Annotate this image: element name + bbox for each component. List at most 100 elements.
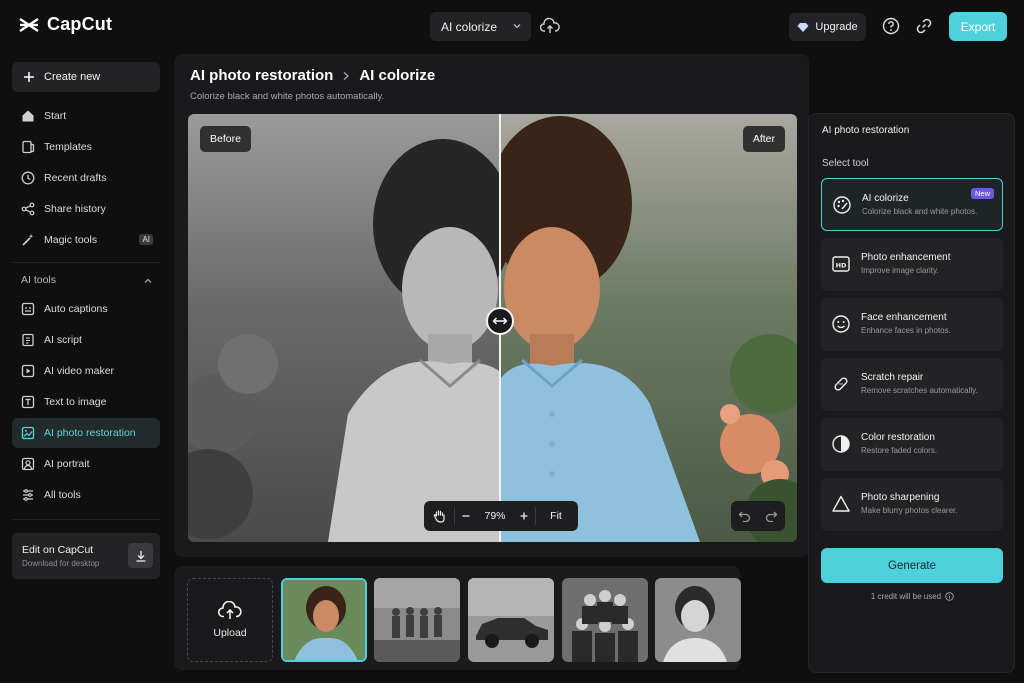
sidebar-item-ai-photo-restoration[interactable]: AI photo restoration (12, 418, 160, 448)
comparison-slider-handle[interactable] (486, 307, 514, 335)
tool-name: Photo sharpening (861, 492, 940, 503)
tool-select-dropdown[interactable]: AI colorize (430, 12, 531, 41)
sidebar-item-ai-video-maker[interactable]: AI video maker (12, 356, 160, 386)
hd-icon: HD (832, 256, 850, 272)
tool-card-color-restoration[interactable]: Color restoration Restore faded colors. (821, 418, 1003, 471)
svg-text:HD: HD (836, 262, 847, 270)
image-comparison-preview[interactable]: Before After 79% Fit (188, 114, 797, 542)
share-link-button[interactable] (915, 17, 933, 40)
zoom-in-button[interactable] (513, 511, 535, 521)
download-button[interactable] (128, 543, 153, 568)
after-label: After (742, 126, 785, 152)
captions-icon (21, 302, 35, 316)
thumbnail-image (562, 578, 648, 662)
capcut-logo[interactable]: CapCut (18, 14, 112, 35)
tool-name: Face enhancement (861, 312, 947, 323)
portrait-icon (21, 457, 35, 471)
hand-icon (433, 510, 445, 523)
after-portrait-illustration (373, 116, 797, 542)
breadcrumb-current: AI colorize (359, 67, 436, 84)
tool-card-photo-enhancement[interactable]: HD Photo enhancement Improve image clari… (821, 238, 1003, 291)
sidebar-item-label: Text to image (44, 396, 107, 408)
help-button[interactable] (882, 17, 900, 40)
hand-tool-button[interactable] (424, 509, 454, 523)
sidebar-item-label: Recent drafts (44, 172, 107, 184)
zoom-level: 79% (484, 510, 506, 522)
info-icon[interactable] (945, 592, 954, 601)
tool-card-photo-sharpening[interactable]: Photo sharpening Make blurry photos clea… (821, 478, 1003, 531)
breadcrumb-parent[interactable]: AI photo restoration (190, 67, 333, 84)
history-toolbar (731, 501, 785, 531)
bandage-icon (834, 377, 848, 391)
sidebar-item-ai-script[interactable]: AI script (12, 325, 160, 355)
thumbnail-child-portrait[interactable] (655, 578, 741, 662)
upgrade-button[interactable]: Upgrade (789, 13, 866, 41)
select-tool-title: Select tool (822, 158, 869, 169)
sidebar-item-label: AI portrait (44, 458, 90, 470)
after-image (373, 114, 797, 542)
tool-card-ai-colorize[interactable]: AI colorize Colorize black and white pho… (821, 178, 1003, 231)
thumbnail-image (283, 580, 365, 660)
page-subtitle: Colorize black and white photos automati… (190, 91, 385, 102)
sidebar-item-share-history[interactable]: Share history (12, 194, 160, 224)
sidebar-item-recent-drafts[interactable]: Recent drafts (12, 163, 160, 193)
tool-card-scratch-repair[interactable]: Scratch repair Remove scratches automati… (821, 358, 1003, 411)
main-panel: AI photo restoration AI colorize Coloriz… (174, 54, 809, 557)
sidebar-item-start[interactable]: Start (12, 101, 160, 131)
sidebar-item-text-to-image[interactable]: Text to image (12, 387, 160, 417)
zoom-out-button[interactable] (455, 511, 477, 521)
redo-icon[interactable] (765, 510, 778, 522)
sidebar-item-all-tools[interactable]: All tools (12, 480, 160, 510)
help-icon (882, 17, 900, 35)
cloud-upload-icon (218, 601, 242, 619)
chevron-right-icon (343, 71, 350, 80)
edit-card-title: Edit on CapCut (22, 544, 94, 556)
sidebar: Create new Start Templates Recent drafts… (0, 54, 170, 683)
edit-on-desktop-card[interactable]: Edit on CapCut Download for desktop (12, 533, 160, 579)
create-new-label: Create new (44, 71, 101, 83)
before-image (188, 114, 518, 542)
sidebar-item-ai-portrait[interactable]: AI portrait (12, 449, 160, 479)
credit-info: 1 credit will be used (809, 592, 1016, 601)
export-button[interactable]: Export (949, 12, 1007, 41)
color-circle-icon (832, 435, 850, 453)
sidebar-item-auto-captions[interactable]: Auto captions (12, 294, 160, 324)
zoom-toolbar: 79% Fit (424, 501, 578, 531)
upload-label: Upload (213, 627, 247, 639)
triangle-icon (832, 495, 850, 512)
fit-button[interactable]: Fit (536, 510, 576, 522)
minus-icon (462, 515, 470, 517)
thumbnail-colorized-portrait[interactable] (281, 578, 367, 662)
tool-card-face-enhancement[interactable]: Face enhancement Enhance faces in photos… (821, 298, 1003, 351)
plus-icon (24, 72, 34, 82)
video-maker-icon (21, 364, 35, 378)
thumbnail-family-photo[interactable] (562, 578, 648, 662)
credit-text: 1 credit will be used (870, 592, 942, 601)
edit-card-subtitle: Download for desktop (22, 559, 100, 568)
undo-icon[interactable] (738, 510, 751, 522)
clock-icon (21, 171, 35, 185)
tool-name: Scratch repair (861, 372, 924, 383)
sidebar-item-label: AI photo restoration (44, 427, 136, 439)
text-image-icon (21, 395, 35, 409)
sidebar-item-templates[interactable]: Templates (12, 132, 160, 162)
panel-title: AI photo restoration (822, 125, 910, 136)
thumbnail-image (374, 578, 460, 662)
cloud-upload-button[interactable] (539, 17, 560, 40)
link-icon (916, 18, 932, 34)
thumbnail-vintage-car[interactable] (468, 578, 554, 662)
arrows-horizontal-icon (492, 317, 508, 325)
top-bar: CapCut AI colorize Upgrade Export (0, 0, 1024, 54)
chevron-up-icon[interactable] (143, 276, 153, 286)
tool-description: Colorize black and white photos. (862, 207, 978, 216)
thumbnail-group-photo[interactable] (374, 578, 460, 662)
sidebar-item-magic-tools[interactable]: Magic tools AI (12, 225, 160, 255)
sidebar-divider (12, 262, 160, 263)
create-new-button[interactable]: Create new (12, 62, 160, 92)
generate-button[interactable]: Generate (821, 548, 1003, 583)
new-badge: New (970, 188, 994, 199)
upload-button[interactable]: Upload (187, 578, 273, 662)
magic-wand-icon (22, 234, 34, 246)
sidebar-item-label: Auto captions (44, 303, 108, 315)
ai-tools-section-title: AI tools (21, 274, 57, 286)
